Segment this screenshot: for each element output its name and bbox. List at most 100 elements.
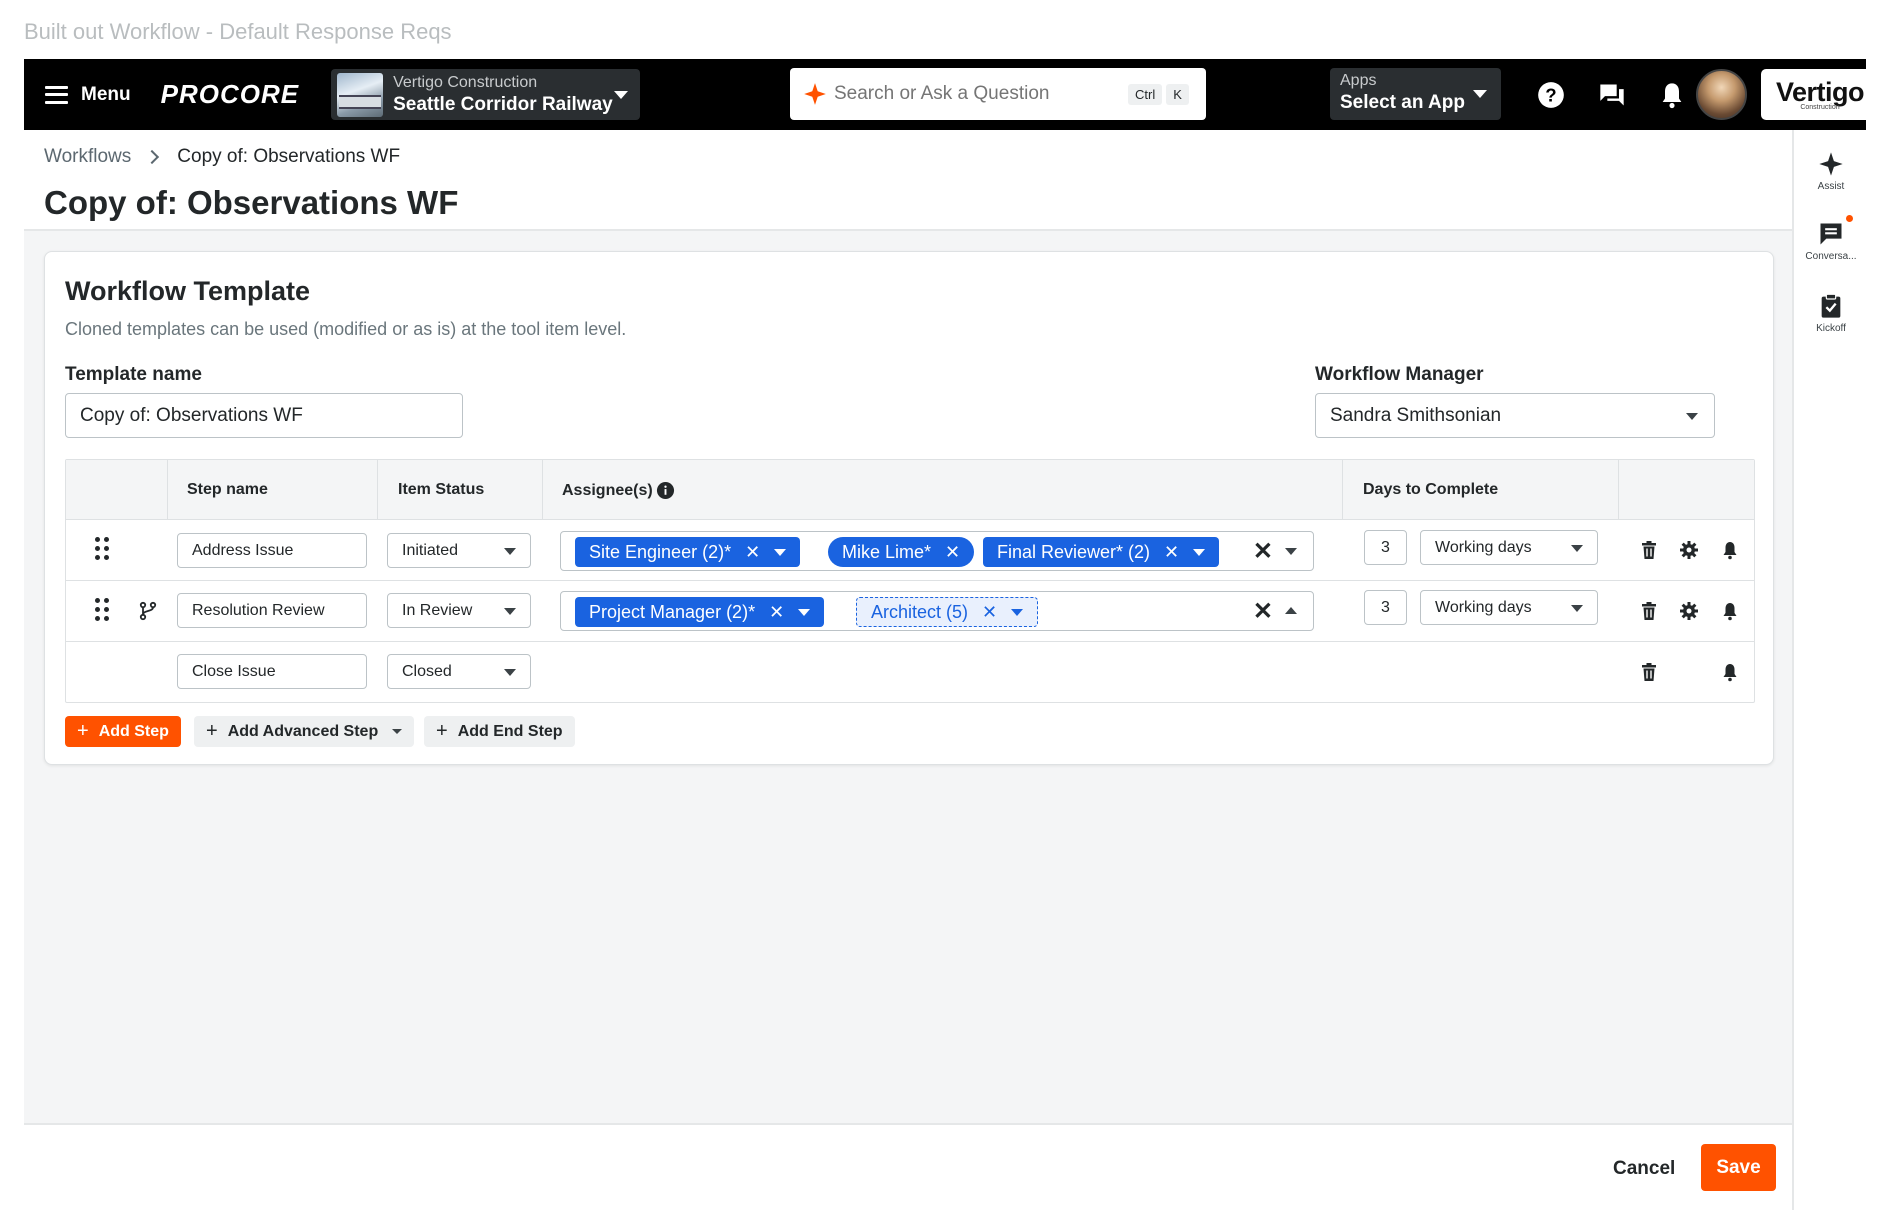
template-name-input[interactable]: Copy of: Observations WF bbox=[65, 393, 463, 438]
rail-assist[interactable]: Assist bbox=[1794, 150, 1868, 192]
chat-icon bbox=[1820, 223, 1842, 245]
hamburger-icon bbox=[45, 85, 68, 104]
template-name-label: Template name bbox=[65, 364, 202, 385]
workflow-manager-label: Workflow Manager bbox=[1315, 364, 1484, 385]
rail-kickoff-label: Kickoff bbox=[1816, 323, 1846, 334]
bell-icon[interactable] bbox=[1720, 662, 1740, 682]
item-status-select[interactable]: In Review bbox=[387, 593, 531, 628]
apps-selector[interactable]: Apps Select an App bbox=[1330, 68, 1501, 120]
item-status-select[interactable]: Initiated bbox=[387, 533, 531, 568]
project-company: Vertigo Construction bbox=[393, 73, 538, 91]
days-input[interactable]: 3 bbox=[1364, 590, 1407, 625]
chevron-down-icon[interactable] bbox=[1193, 548, 1206, 556]
assignee-chip-label: Project Manager (2)* bbox=[589, 601, 756, 622]
workflow-manager-value: Sandra Smithsonian bbox=[1330, 404, 1502, 426]
clipboard-check-icon bbox=[1821, 293, 1841, 318]
menu-label: Menu bbox=[81, 83, 131, 105]
chevron-down-icon bbox=[614, 91, 629, 99]
chevron-down-icon bbox=[392, 729, 403, 734]
save-button[interactable]: Save bbox=[1701, 1144, 1776, 1191]
footer: Cancel Save bbox=[24, 1123, 1792, 1227]
chevron-down-icon bbox=[504, 668, 516, 676]
menu-button[interactable]: Menu bbox=[45, 84, 131, 106]
right-rail: Assist Conversa... Kickoff bbox=[1792, 130, 1866, 1210]
chevron-down-icon[interactable] bbox=[1011, 608, 1024, 616]
header-assignees-label: Assignee(s) bbox=[562, 481, 653, 499]
project-selector[interactable]: Vertigo Construction Seattle Corridor Ra… bbox=[331, 69, 641, 120]
notification-dot bbox=[1846, 215, 1853, 222]
table-row: Resolution Review In Review Project Mana… bbox=[66, 581, 1754, 642]
cancel-button[interactable]: Cancel bbox=[1613, 1158, 1675, 1180]
day-type-value: Working days bbox=[1435, 598, 1532, 616]
remove-icon[interactable]: ✕ bbox=[1164, 542, 1179, 563]
assignees-multiselect[interactable]: Project Manager (2)* ✕ Architect (5) ✕ ✕ bbox=[560, 591, 1314, 631]
info-icon[interactable] bbox=[656, 481, 675, 500]
gear-icon[interactable] bbox=[1679, 540, 1699, 560]
drag-handle-icon[interactable] bbox=[95, 537, 109, 561]
apps-label: Apps bbox=[1340, 72, 1377, 89]
step-name-input[interactable]: Close Issue bbox=[177, 654, 367, 689]
table-row: Close Issue Closed bbox=[66, 642, 1754, 703]
gear-icon[interactable] bbox=[1679, 601, 1699, 621]
rail-conversations[interactable]: Conversa... bbox=[1794, 215, 1868, 262]
procore-logo[interactable]: PROCORE bbox=[161, 79, 299, 110]
bell-icon[interactable] bbox=[1720, 540, 1740, 560]
item-status-select[interactable]: Closed bbox=[387, 654, 531, 689]
search-input[interactable] bbox=[834, 83, 1124, 105]
trash-icon[interactable] bbox=[1639, 540, 1659, 560]
bell-icon[interactable] bbox=[1720, 601, 1740, 621]
add-step-button[interactable]: + Add Step bbox=[65, 716, 181, 747]
chevron-down-icon[interactable] bbox=[798, 608, 811, 616]
remove-icon[interactable]: ✕ bbox=[745, 542, 760, 563]
chevron-down-icon bbox=[504, 547, 516, 555]
add-advanced-step-button[interactable]: + Add Advanced Step bbox=[194, 716, 415, 747]
trash-icon[interactable] bbox=[1639, 662, 1659, 682]
header-assignees: Assignee(s) bbox=[562, 481, 675, 500]
workflow-manager-select[interactable]: Sandra Smithsonian bbox=[1315, 393, 1715, 438]
day-type-select[interactable]: Working days bbox=[1420, 590, 1598, 625]
clear-icon[interactable]: ✕ bbox=[1253, 537, 1273, 566]
assignee-chip[interactable]: Mike Lime* ✕ bbox=[828, 537, 975, 567]
day-type-value: Working days bbox=[1435, 538, 1532, 556]
remove-icon[interactable]: ✕ bbox=[982, 602, 997, 623]
user-avatar[interactable] bbox=[1696, 69, 1747, 120]
assignee-chip[interactable]: Final Reviewer* (2) ✕ bbox=[983, 537, 1220, 567]
card-title: Workflow Template bbox=[65, 276, 311, 306]
project-name: Seattle Corridor Railway bbox=[393, 93, 613, 115]
header-step-name: Step name bbox=[187, 481, 268, 498]
assignee-chip[interactable]: Architect (5) ✕ bbox=[856, 597, 1039, 627]
days-input[interactable]: 3 bbox=[1364, 530, 1407, 565]
assignees-multiselect[interactable]: Site Engineer (2)* ✕ Mike Lime* ✕ Final … bbox=[560, 531, 1314, 571]
chevron-down-icon[interactable] bbox=[774, 548, 787, 556]
chevron-down-icon bbox=[1571, 604, 1583, 612]
global-search[interactable]: Ctrl K bbox=[790, 68, 1206, 120]
rail-conversations-label: Conversa... bbox=[1805, 251, 1857, 262]
brand-sub: Construction bbox=[1800, 103, 1840, 111]
day-type-select[interactable]: Working days bbox=[1420, 530, 1598, 565]
svg-text:?: ? bbox=[1545, 84, 1556, 105]
trash-icon[interactable] bbox=[1639, 601, 1659, 621]
remove-icon[interactable]: ✕ bbox=[945, 542, 960, 563]
step-name-input[interactable]: Address Issue bbox=[177, 533, 367, 568]
add-end-step-button[interactable]: + Add End Step bbox=[424, 716, 575, 747]
drag-handle-icon[interactable] bbox=[95, 598, 109, 622]
help-icon[interactable]: ? bbox=[1537, 81, 1565, 109]
add-end-step-label: Add End Step bbox=[457, 722, 563, 740]
chevron-down-icon bbox=[1686, 412, 1698, 420]
header-item-status: Item Status bbox=[398, 481, 485, 498]
table-header: Step name Item Status Assignee(s) Days t… bbox=[66, 460, 1754, 520]
chevron-down-icon bbox=[504, 607, 516, 615]
chevron-up-icon[interactable] bbox=[1285, 607, 1297, 614]
rail-kickoff[interactable]: Kickoff bbox=[1794, 292, 1868, 334]
remove-icon[interactable]: ✕ bbox=[769, 602, 784, 623]
chevron-down-icon[interactable] bbox=[1285, 548, 1297, 555]
bell-icon[interactable] bbox=[1658, 81, 1686, 109]
chat-icon[interactable] bbox=[1598, 81, 1626, 109]
top-navigation: Menu PROCORE Vertigo Construction Seattl… bbox=[24, 59, 1879, 130]
step-name-input[interactable]: Resolution Review bbox=[177, 593, 367, 628]
clear-icon[interactable]: ✕ bbox=[1253, 597, 1273, 626]
shortcut-ctrl: Ctrl bbox=[1128, 83, 1163, 105]
assignee-chip[interactable]: Site Engineer (2)* ✕ bbox=[575, 537, 801, 567]
breadcrumb-workflows[interactable]: Workflows bbox=[44, 146, 131, 168]
assignee-chip[interactable]: Project Manager (2)* ✕ bbox=[575, 597, 825, 627]
